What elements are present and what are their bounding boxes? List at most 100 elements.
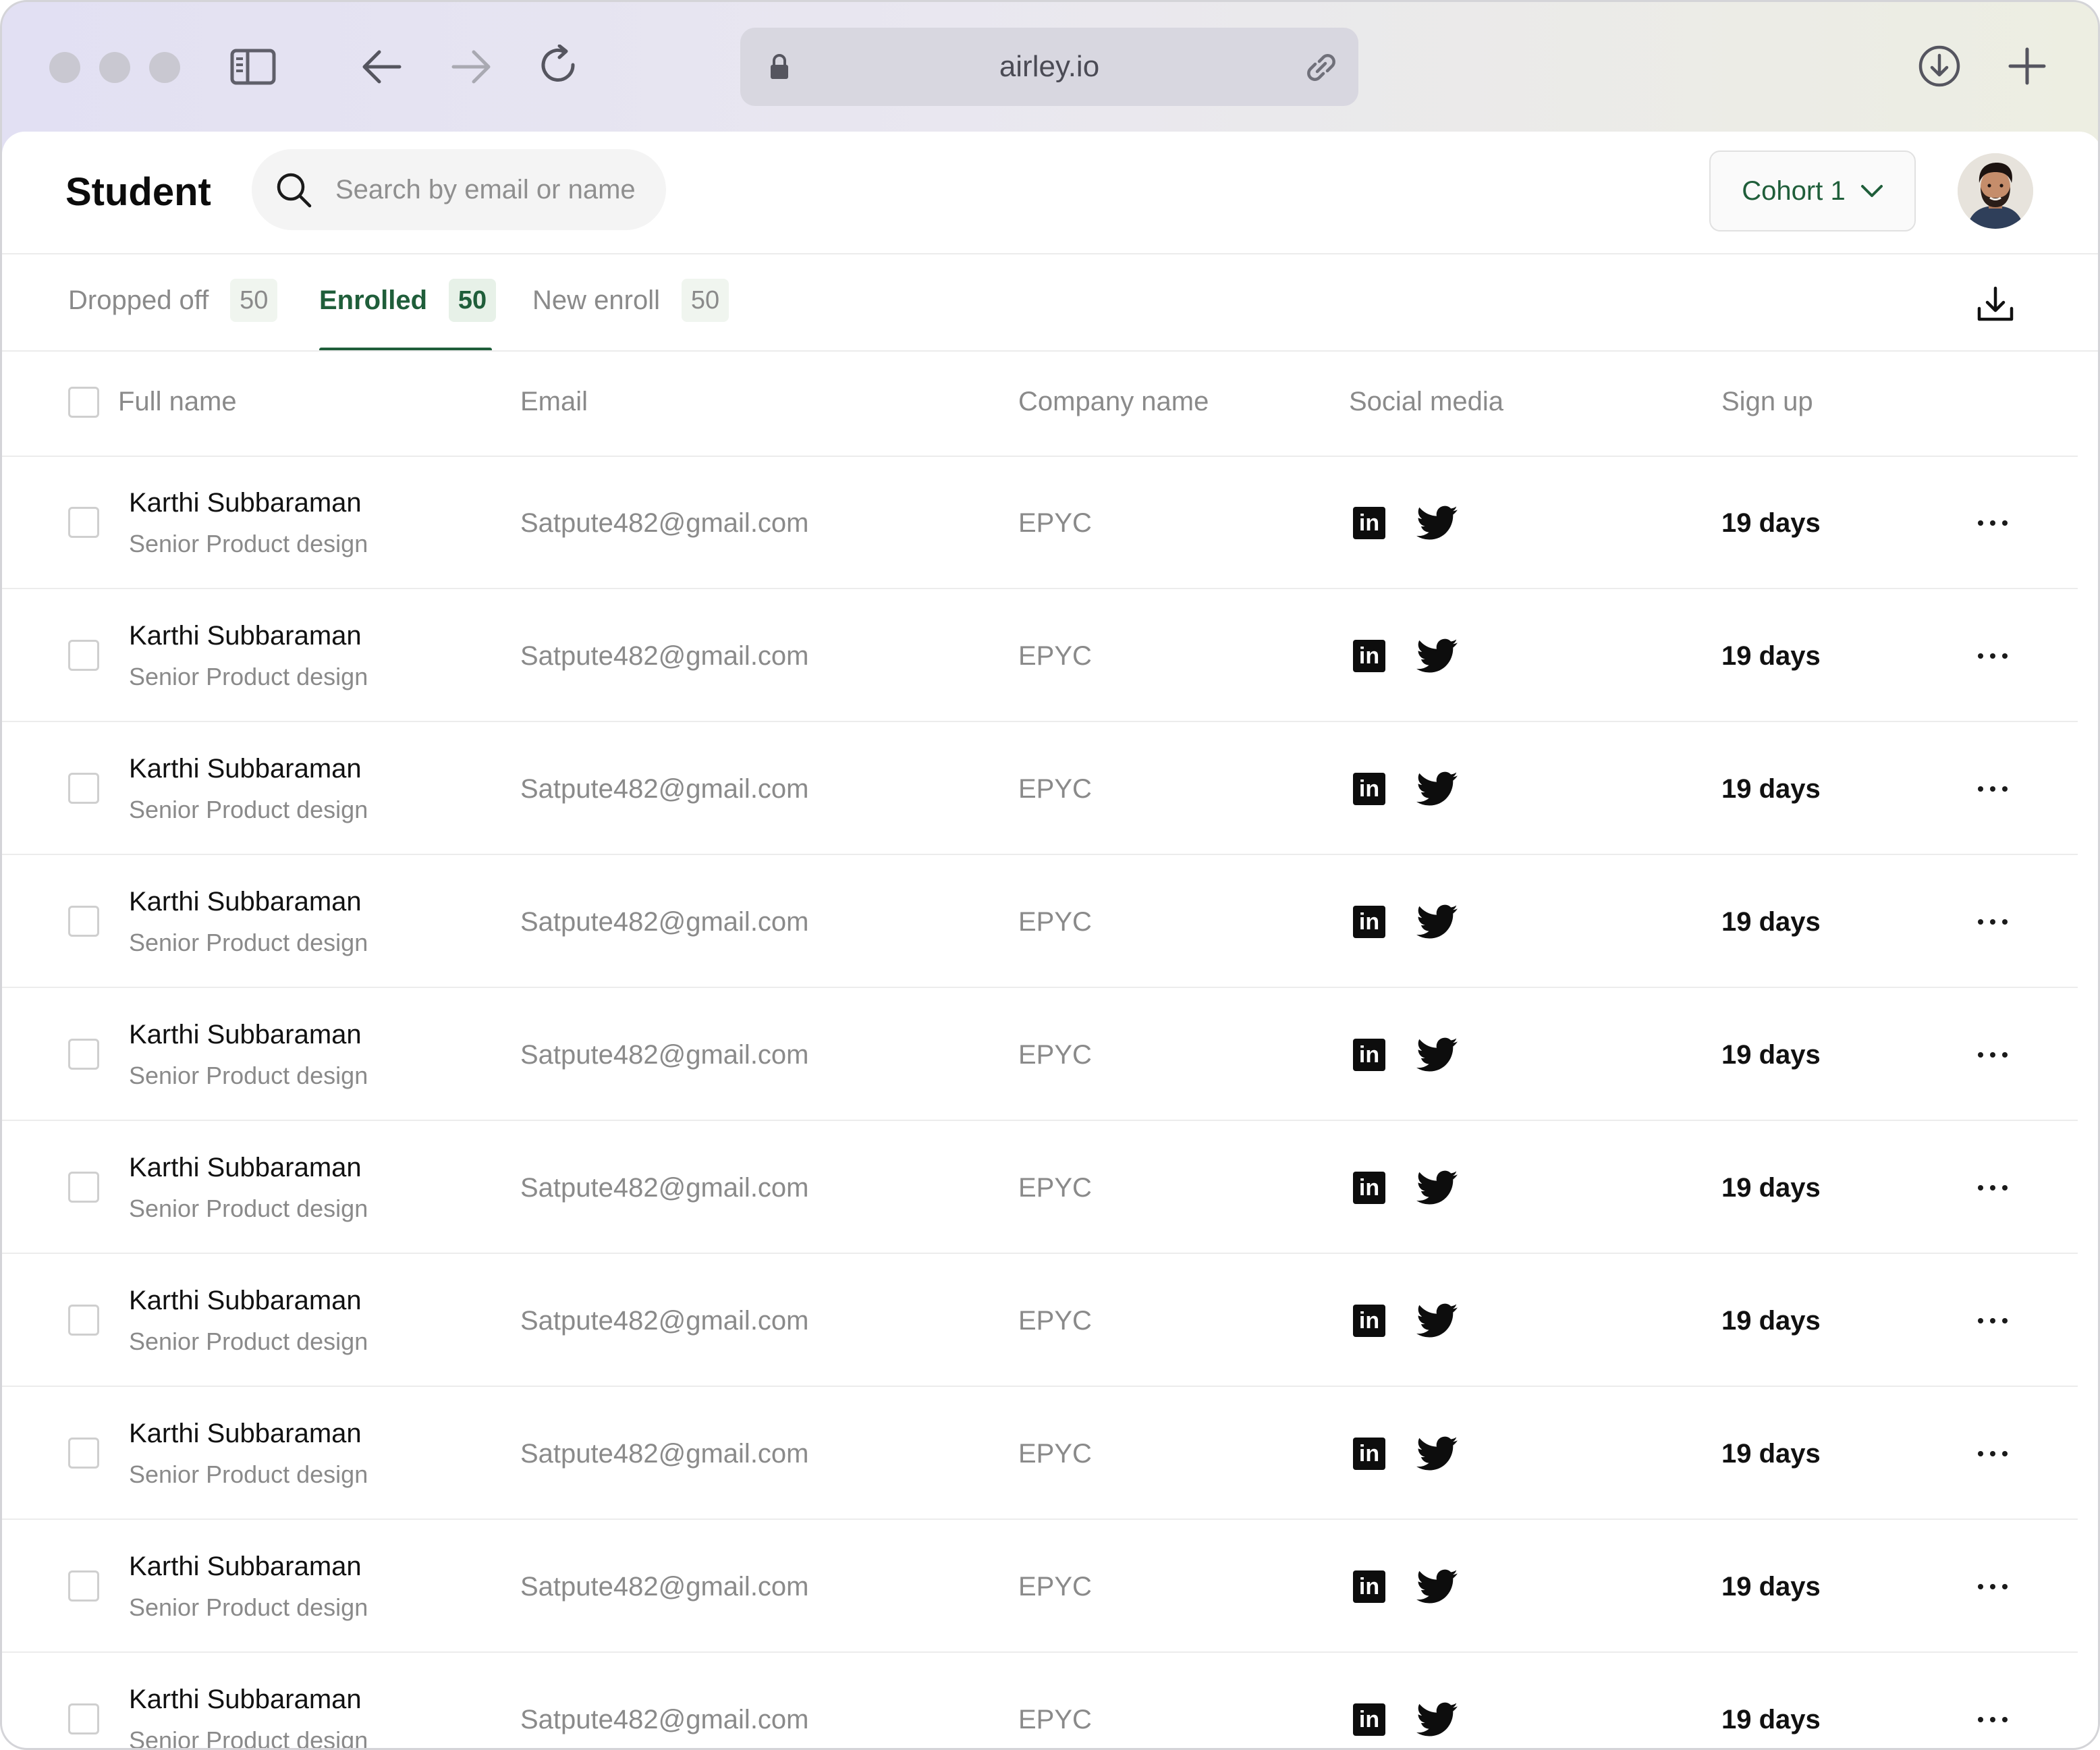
student-role: Senior Product design (129, 530, 368, 557)
signup-age: 19 days (1721, 1040, 1821, 1070)
student-company: EPYC (1018, 641, 1092, 671)
table-row[interactable]: Karthi Subbaraman Senior Product design … (2, 856, 2078, 988)
student-company: EPYC (1018, 1439, 1092, 1469)
more-options-icon[interactable] (1975, 1705, 2010, 1734)
student-company: EPYC (1018, 508, 1092, 538)
tabs-divider (2, 350, 2098, 352)
more-options-icon[interactable] (1975, 907, 2010, 937)
twitter-icon[interactable] (1416, 903, 1458, 941)
select-all-checkbox[interactable] (68, 387, 99, 418)
column-header-company[interactable]: Company name (1018, 381, 1209, 422)
tab-count-badge: 50 (230, 279, 278, 322)
student-name: Karthi Subbaraman (129, 1419, 362, 1448)
column-header-sign-up[interactable]: Sign up (1721, 381, 1813, 422)
column-header-email[interactable]: Email (520, 381, 588, 422)
twitter-icon[interactable] (1416, 1169, 1458, 1207)
student-role: Senior Product design (129, 1593, 368, 1621)
linkedin-icon[interactable]: in (1353, 507, 1385, 539)
linkedin-icon[interactable]: in (1353, 640, 1385, 672)
row-checkbox[interactable] (68, 1305, 99, 1336)
signup-age: 19 days (1721, 1705, 1821, 1734)
tab-dropped-off[interactable]: Dropped off 50 (68, 275, 278, 326)
more-options-icon[interactable] (1975, 1439, 2010, 1469)
twitter-icon[interactable] (1416, 1568, 1458, 1606)
more-options-icon[interactable] (1975, 1572, 2010, 1602)
twitter-icon[interactable] (1416, 1036, 1458, 1074)
more-options-icon[interactable] (1975, 1306, 2010, 1336)
new-tab-plus-icon[interactable] (2008, 47, 2047, 86)
linkedin-icon[interactable]: in (1353, 1039, 1385, 1071)
window-close-button[interactable] (49, 52, 80, 83)
row-checkbox[interactable] (68, 1703, 99, 1734)
tab-label: Enrolled (319, 285, 428, 315)
more-options-icon[interactable] (1975, 774, 2010, 804)
column-header-full-name[interactable]: Full name (118, 381, 237, 422)
tab-label: New enroll (532, 285, 660, 315)
forward-arrow-icon[interactable] (450, 47, 493, 87)
signup-age: 19 days (1721, 1439, 1821, 1469)
signup-age: 19 days (1721, 1572, 1821, 1602)
more-options-icon[interactable] (1975, 508, 2010, 538)
more-options-icon[interactable] (1975, 1173, 2010, 1203)
table-row[interactable]: Karthi Subbaraman Senior Product design … (2, 1521, 2078, 1653)
cohort-dropdown[interactable]: Cohort 1 (1709, 151, 1916, 231)
student-email: Satpute482@gmail.com (520, 907, 809, 937)
row-checkbox[interactable] (68, 507, 99, 538)
student-name: Karthi Subbaraman (129, 887, 362, 917)
page-title: Student (65, 170, 211, 214)
user-avatar[interactable] (1958, 153, 2033, 229)
linkedin-icon[interactable]: in (1353, 906, 1385, 938)
row-checkbox[interactable] (68, 773, 99, 804)
twitter-icon[interactable] (1416, 504, 1458, 542)
row-checkbox[interactable] (68, 1438, 99, 1469)
row-checkbox[interactable] (68, 1570, 99, 1602)
row-checkbox[interactable] (68, 640, 99, 671)
more-options-icon[interactable] (1975, 1040, 2010, 1070)
table-row[interactable]: Karthi Subbaraman Senior Product design … (2, 723, 2078, 855)
tab-enrolled[interactable]: Enrolled 50 (319, 275, 497, 326)
table-row[interactable]: Karthi Subbaraman Senior Product design … (2, 989, 2078, 1121)
more-options-icon[interactable] (1975, 641, 2010, 671)
search-box[interactable] (252, 149, 666, 230)
linkedin-icon[interactable]: in (1353, 1305, 1385, 1337)
search-input[interactable] (335, 149, 653, 230)
download-icon[interactable] (1975, 284, 2016, 325)
window-zoom-button[interactable] (149, 52, 180, 83)
tab-new-enroll[interactable]: New enroll 50 (532, 275, 729, 326)
chevron-down-icon (1860, 185, 1883, 197)
browser-window: airley.io Student Cohort 1 (0, 0, 2100, 1750)
linkedin-icon[interactable]: in (1353, 1703, 1385, 1736)
twitter-icon[interactable] (1416, 1701, 1458, 1739)
downloads-icon[interactable] (1917, 44, 1962, 88)
table-row[interactable]: Karthi Subbaraman Senior Product design … (2, 1388, 2078, 1520)
sidebar-toggle-icon[interactable] (229, 47, 277, 87)
row-checkbox[interactable] (68, 1172, 99, 1203)
twitter-icon[interactable] (1416, 1302, 1458, 1340)
table-row[interactable]: Karthi Subbaraman Senior Product design … (2, 457, 2078, 589)
address-bar[interactable]: airley.io (740, 28, 1358, 106)
link-icon[interactable] (1303, 49, 1339, 86)
table-row[interactable]: Karthi Subbaraman Senior Product design … (2, 590, 2078, 722)
linkedin-icon[interactable]: in (1353, 1438, 1385, 1470)
twitter-icon[interactable] (1416, 770, 1458, 808)
reload-icon[interactable] (538, 44, 581, 87)
window-minimize-button[interactable] (99, 52, 130, 83)
student-name: Karthi Subbaraman (129, 754, 362, 784)
table-row[interactable]: Karthi Subbaraman Senior Product design … (2, 1122, 2078, 1254)
row-checkbox[interactable] (68, 906, 99, 937)
table-row[interactable]: Karthi Subbaraman Senior Product design … (2, 1255, 2078, 1387)
back-arrow-icon[interactable] (360, 47, 403, 87)
student-name: Karthi Subbaraman (129, 621, 362, 651)
row-checkbox[interactable] (68, 1039, 99, 1070)
student-name: Karthi Subbaraman (129, 1552, 362, 1581)
tab-label: Dropped off (68, 285, 209, 315)
signup-age: 19 days (1721, 774, 1821, 804)
linkedin-icon[interactable]: in (1353, 1570, 1385, 1603)
linkedin-icon[interactable]: in (1353, 1172, 1385, 1204)
linkedin-icon[interactable]: in (1353, 773, 1385, 805)
twitter-icon[interactable] (1416, 1435, 1458, 1473)
column-header-social-media[interactable]: Social media (1349, 381, 1503, 422)
search-icon (277, 173, 312, 208)
table-row[interactable]: Karthi Subbaraman Senior Product design … (2, 1653, 2078, 1748)
twitter-icon[interactable] (1416, 637, 1458, 675)
